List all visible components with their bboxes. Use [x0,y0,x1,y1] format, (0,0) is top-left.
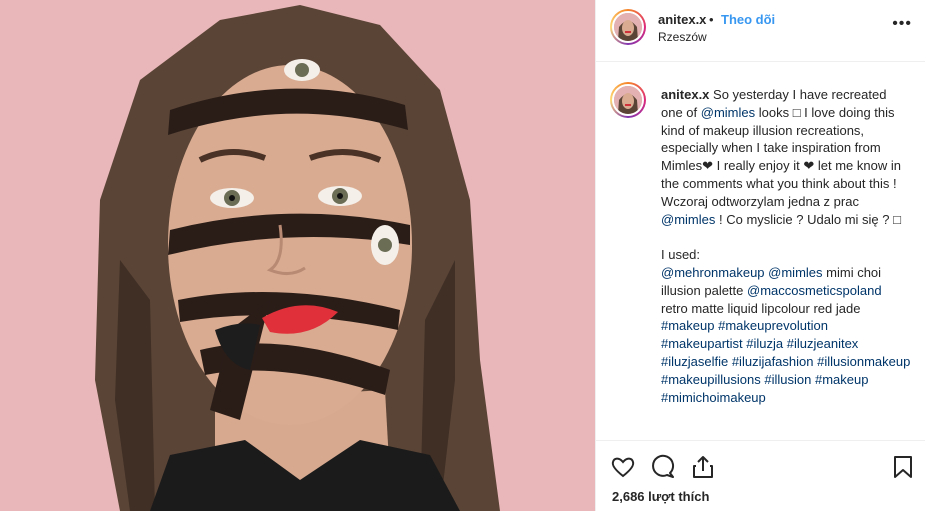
hashtag-link[interactable]: #iluzja [746,336,783,351]
author-username[interactable]: anitex.x [658,12,706,27]
comment-icon[interactable] [650,454,676,480]
hashtag-link[interactable]: #makeup [815,372,868,387]
post-caption: anitex.x So yesterday I have recreated o… [661,86,911,406]
actions-bar: 2,686 lượt thích [596,440,925,511]
post-image [0,0,595,511]
mention-link[interactable]: @mimles [701,105,755,120]
caption-username[interactable]: anitex.x [661,87,709,102]
likes-count[interactable]: 2,686 lượt thích [612,489,709,504]
separator-dot: • [709,12,714,27]
hashtag-link[interactable]: #makeupillusions [661,372,761,387]
caption-text-segment [858,336,862,351]
hashtag-link[interactable]: #iluzjeanitex [787,336,859,351]
hashtag-link[interactable]: #iluzjaselfie [661,354,728,369]
post-header: anitex.x • Theo dõi Rzeszów ••• [596,0,925,62]
bookmark-icon[interactable] [890,454,916,480]
mention-link[interactable]: @mimles [768,265,822,280]
caption-text-segment [828,318,832,333]
hashtag-link[interactable]: #illusion [764,372,811,387]
hashtag-link[interactable]: #iluzijafashion [732,354,814,369]
hashtag-link[interactable]: #mimichoimakeup [661,390,766,405]
hashtag-link[interactable]: #makeuprevolution [718,318,828,333]
heart-icon[interactable] [610,454,636,480]
more-options-icon[interactable]: ••• [892,15,912,33]
follow-button[interactable]: Theo dõi [721,12,775,27]
mention-link[interactable]: @maccosmeticspoland [747,283,882,298]
caption-avatar[interactable] [610,82,646,118]
caption-text-segment [868,372,872,387]
post-side-panel: anitex.x • Theo dõi Rzeszów ••• anitex.x… [595,0,925,511]
comments-section[interactable]: anitex.x So yesterday I have recreated o… [596,62,925,440]
post-location[interactable]: Rzeszów [658,30,707,44]
hashtag-link[interactable]: #illusionmakeup [817,354,910,369]
mention-link[interactable]: @mimles [661,212,715,227]
caption-text-segment: looks □ I love doing this kind of makeup… [661,104,905,209]
mention-link[interactable]: @mehronmakeup [661,265,765,280]
hashtag-link[interactable]: #makeupartist [661,336,743,351]
caption-text: So yesterday I have recreated one of @mi… [661,87,914,405]
share-icon[interactable] [690,454,716,480]
post-photo[interactable] [0,0,595,511]
caption-text-segment [910,354,914,369]
author-avatar[interactable] [610,9,646,45]
hashtag-link[interactable]: #makeup [661,318,714,333]
